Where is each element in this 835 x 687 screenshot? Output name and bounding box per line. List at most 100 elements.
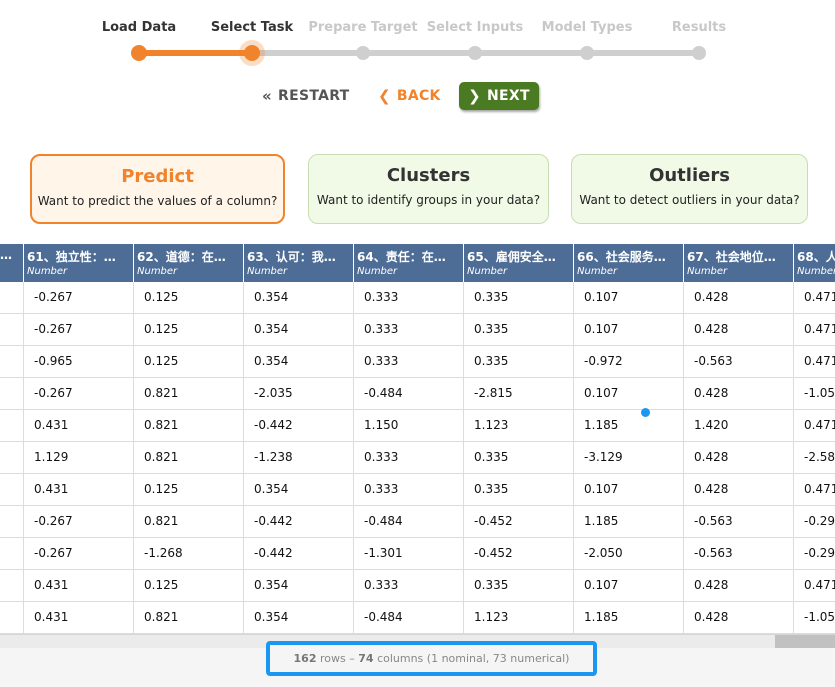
table-cell: -0.563 [684,506,794,537]
table-cell: 1.420 [684,410,794,441]
table-cell: 0.354 [244,314,354,345]
table-cell: 0.107 [574,378,684,409]
column-type: Number [357,266,398,277]
table-cell: 0.333 [354,346,464,377]
column-type: Number [577,266,618,277]
next-label: NEXT [487,88,530,104]
table-cell: 0.471 [794,282,835,313]
back-label: BACK [396,88,441,104]
table-cell: -2.050 [574,538,684,569]
task-title-predict: Predict [121,166,194,187]
scrollbar-thumb[interactable] [775,635,835,649]
table-cell: 1.185 [574,602,684,633]
table-row[interactable]: 0.431 0.821 -0.442 1.150 1.123 1.185 1.420 0.47… [0,410,835,442]
table-cell [0,506,24,537]
column-header-7[interactable]: 67、社会地位… Number [684,244,794,282]
back-button[interactable]: ❮ BACK [378,82,441,110]
table-row[interactable]: -0.267 -1.268 -0.442 -1.301 -0.452 -2.050 -0.5… [0,538,835,570]
table-cell: 0.333 [354,474,464,505]
table-cell: 0.821 [134,442,244,473]
table-cell: -0.29 [794,538,835,569]
table-cell: 0.821 [134,378,244,409]
data-preview-table[interactable]: … 61、独立性：… Number 62、道德：在… Number 63、认可：我… Num… [0,244,835,634]
table-cell: 0.335 [464,282,574,313]
table-cell: 0.125 [134,314,244,345]
restart-button[interactable]: « RESTART [262,82,350,110]
column-header-4[interactable]: 64、责任：在… Number [354,244,464,282]
table-row[interactable]: -0.267 0.125 0.354 0.333 0.335 0.107 0.428 0.47… [0,282,835,314]
task-card-outliers[interactable]: Outliers Want to detect outliers in your… [571,154,808,224]
column-header-6[interactable]: 66、社会服务… Number [574,244,684,282]
column-header-3[interactable]: 63、认可：我… Number [244,244,354,282]
table-cell: 0.471 [794,346,835,377]
restart-label: RESTART [278,88,350,104]
table-cell: -2.58 [794,442,835,473]
table-cell: 0.471 [794,570,835,601]
table-cell: 1.150 [354,410,464,441]
table-row[interactable]: -0.267 0.821 -2.035 -0.484 -2.815 0.107 0.428-… [0,378,835,410]
task-title-clusters: Clusters [386,165,471,186]
table-row[interactable]: -0.267 0.821 -0.442 -0.484 -0.452 1.185 -0.563… [0,506,835,538]
step-load-data[interactable]: Load Data [102,20,176,35]
table-cell: -3.129 [574,442,684,473]
step-model-types: Model Types [541,20,633,35]
table-header: … 61、独立性：… Number 62、道德：在… Number 63、认可：我… Num… [0,244,835,282]
table-cell: 0.431 [24,602,134,633]
step-select-task[interactable]: Select Task [211,20,293,35]
step-dot-prepare-target [356,46,370,60]
table-cell: -1.301 [354,538,464,569]
step-dot-select-inputs [468,46,482,60]
column-header-1[interactable]: 61、独立性：… Number [24,244,134,282]
table-row[interactable]: 0.431 0.125 0.354 0.333 0.335 0.107 0.428 0.471 [0,474,835,506]
table-row[interactable]: 0.431 0.125 0.354 0.333 0.335 0.107 0.428 0.471 [0,570,835,602]
column-header-8[interactable]: 68、人… Number [794,244,835,282]
step-dot-load-data[interactable] [131,45,147,61]
table-cell: -0.267 [24,506,134,537]
step-results: Results [671,20,727,35]
table-cell: -0.484 [354,378,464,409]
table-row[interactable]: -0.267 0.125 0.354 0.333 0.335 0.107 0.428 0.47… [0,314,835,346]
table-cell: 0.354 [244,346,354,377]
table-cell: 0.428 [684,602,794,633]
chevron-right-icon: ❯ [468,87,482,105]
column-type: Number [797,266,835,277]
table-cell: 0.335 [464,442,574,473]
table-cell: 0.107 [574,570,684,601]
column-header-5[interactable]: 65、雇佣安全… Number [464,244,574,282]
table-cell [0,378,24,409]
table-cell: 0.333 [354,570,464,601]
dataset-summary: 162 rows – 74 columns (1 nominal, 73 num… [266,641,597,676]
table-cell: 0.107 [574,314,684,345]
columns-count: 74 [358,652,374,665]
next-button[interactable]: ❯ NEXT [459,82,539,110]
table-cell: 0.471 [794,314,835,345]
table-cell: 1.123 [464,410,574,441]
table-cell: -1.238 [244,442,354,473]
table-cell [0,282,24,313]
table-cell: 0.428 [684,474,794,505]
step-dot-select-task[interactable] [244,45,260,61]
table-cell: 0.125 [134,282,244,313]
table-cell: -0.267 [24,378,134,409]
table-cell: 0.428 [684,378,794,409]
step-select-inputs: Select Inputs [426,20,524,35]
table-row[interactable]: 0.431 0.821 0.354 -0.484 1.123 1.185 0.428 -1.0… [0,602,835,634]
task-card-clusters[interactable]: Clusters Want to identify groups in your… [308,154,549,224]
table-cell: 0.354 [244,570,354,601]
table-cell: 0.333 [354,282,464,313]
column-header-2[interactable]: 62、道德：在… Number [134,244,244,282]
chevron-left-icon: ❮ [378,87,391,105]
table-row[interactable]: -0.965 0.125 0.354 0.333 0.335 -0.972 -0.563 0.… [0,346,835,378]
table-row[interactable]: 1.129 0.821 -1.238 0.333 0.335 -3.129 0.428 -2.… [0,442,835,474]
column-name: 67、社会地位… [687,250,776,264]
table-cell: 0.471 [794,410,835,441]
task-card-predict[interactable]: Predict Want to predict the values of a … [30,154,285,224]
double-chevron-left-icon: « [262,87,272,105]
table-cell: 0.431 [24,410,134,441]
table-cell [0,442,24,473]
column-header-0[interactable]: … [0,244,24,282]
step-dot-model-types [580,46,594,60]
column-name: 66、社会服务… [577,250,666,264]
column-name: 64、责任：在… [357,250,446,264]
column-name: 63、认可：我… [247,250,336,264]
